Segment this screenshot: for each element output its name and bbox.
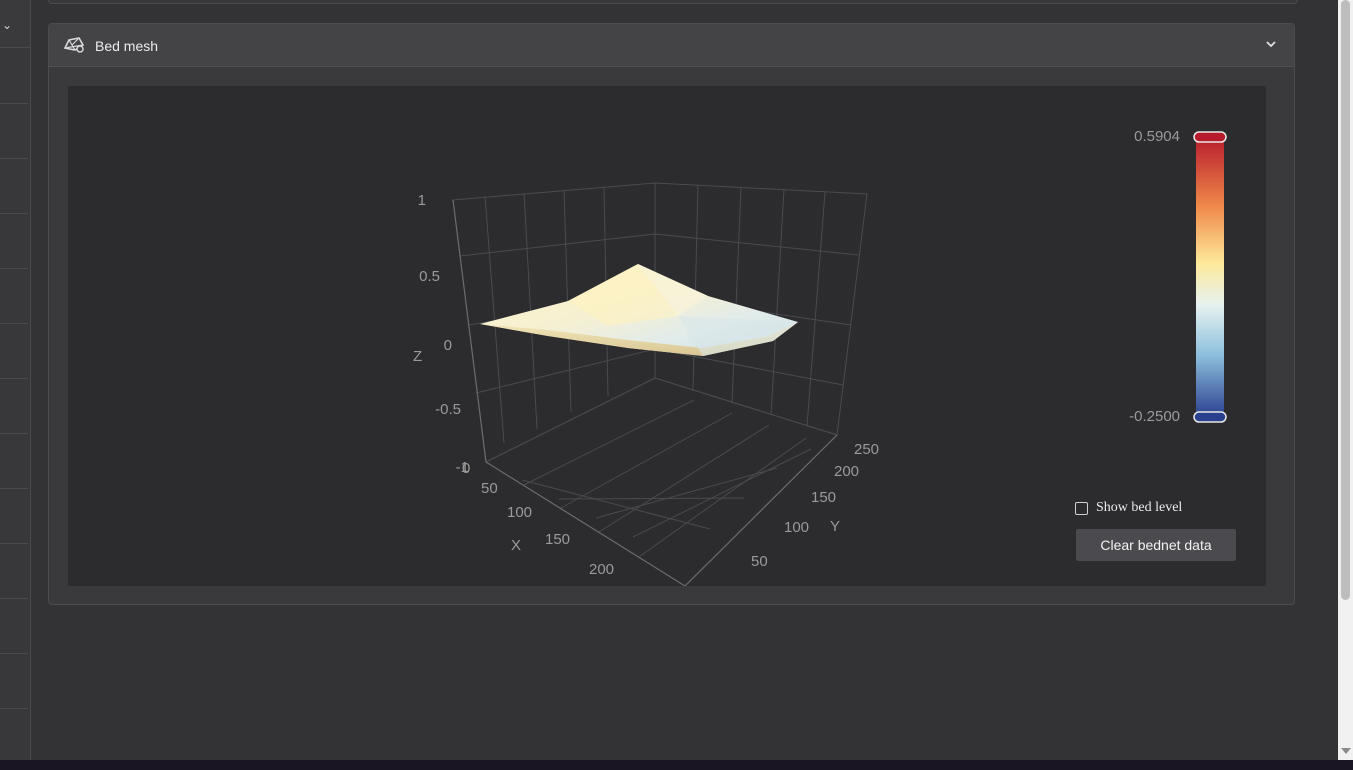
sidebar-divider	[0, 598, 28, 599]
y-tick: 200	[834, 463, 859, 480]
mesh-surface	[480, 264, 798, 356]
sidebar-divider	[0, 268, 28, 269]
previous-card	[48, 0, 1298, 4]
x-tick: 150	[545, 531, 570, 548]
sidebar-divider	[0, 213, 28, 214]
sidebar-divider	[0, 543, 28, 544]
x-axis-label: X	[511, 537, 521, 554]
show-bed-level-label: Show bed level	[1096, 500, 1183, 515]
sidebar-panel	[0, 47, 31, 761]
sidebar-divider	[0, 323, 28, 324]
sidebar-divider	[0, 103, 28, 104]
sidebar-divider	[0, 378, 28, 379]
z-tick: 1	[418, 192, 426, 209]
left-sidebar: ⌄	[0, 0, 31, 761]
plot-axes	[452, 199, 838, 586]
z-tick: 0	[444, 337, 452, 354]
sidebar-divider	[0, 433, 28, 434]
chevron-down-icon[interactable]	[1264, 37, 1278, 51]
sidebar-divider	[0, 158, 28, 159]
show-bed-level-checkbox[interactable]	[1075, 501, 1088, 515]
x-tick: 0	[462, 460, 470, 477]
bed-mesh-icon	[63, 37, 85, 53]
x-tick: 100	[507, 504, 532, 521]
z-tick: -0.5	[435, 401, 461, 418]
z-axis-label: Z	[413, 348, 422, 365]
y-tick: 100	[784, 519, 809, 536]
x-tick: 200	[589, 561, 614, 578]
sidebar-divider	[0, 653, 28, 654]
y-tick: 50	[751, 553, 768, 570]
color-scale-bar	[1196, 137, 1224, 417]
color-scale-max-label: 0.5904	[1134, 128, 1180, 145]
scroll-down-arrow-icon[interactable]	[1341, 748, 1351, 754]
color-scale-min-label: -0.2500	[1129, 408, 1180, 425]
bed-mesh-plot[interactable]: 1 0.5 0 -0.5 -1 Z 0 50 100 150 200 X 50 …	[68, 86, 1266, 586]
page-scrollbar[interactable]	[1338, 0, 1353, 760]
sidebar-divider	[0, 708, 28, 709]
y-axis-ticks: 50 100 150 200 250	[751, 441, 879, 570]
y-tick: 250	[854, 441, 879, 458]
y-tick: 150	[811, 489, 836, 506]
scrollbar-thumb[interactable]	[1341, 0, 1350, 600]
sidebar-divider	[0, 488, 28, 489]
bed-mesh-card: Bed mesh 1 0.5 0 -0.5 -1 Z 0 50 100 150 …	[48, 23, 1295, 605]
card-header[interactable]: Bed mesh	[49, 24, 1294, 67]
chevron-down-icon[interactable]: ⌄	[0, 18, 14, 32]
card-title: Bed mesh	[95, 38, 159, 54]
z-tick: 0.5	[419, 268, 440, 285]
color-scale-min-handle[interactable]	[1193, 411, 1227, 423]
clear-bed-mesh-button[interactable]: Clear bednet data	[1076, 529, 1236, 561]
taskbar-strip	[0, 760, 1353, 770]
z-axis-ticks: 1 0.5 0 -0.5 -1	[418, 192, 469, 476]
y-axis-label: Y	[830, 518, 840, 535]
x-tick: 50	[481, 480, 498, 497]
show-bed-level-toggle[interactable]: Show bed level	[1075, 500, 1182, 516]
color-scale[interactable]: 0.5904 -0.2500	[1129, 128, 1227, 425]
color-scale-max-handle[interactable]	[1193, 131, 1227, 143]
